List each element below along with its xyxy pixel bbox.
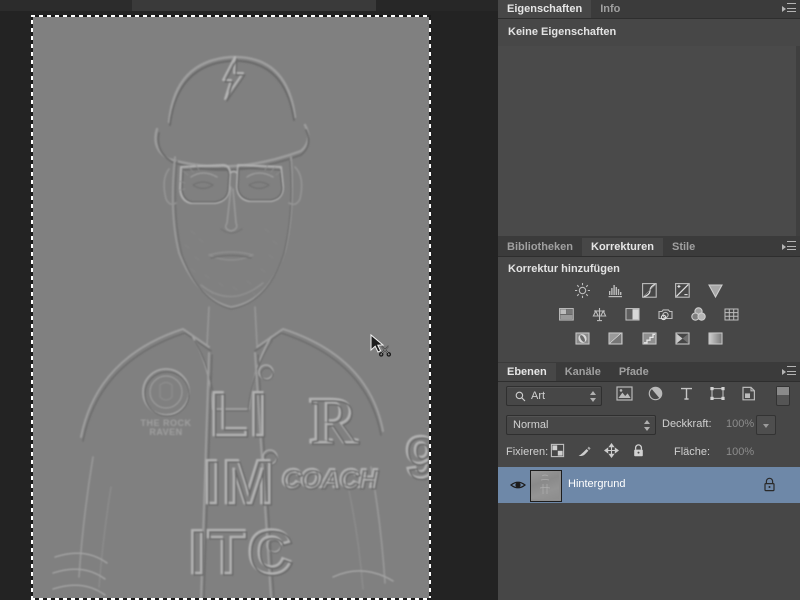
pixel-layer-filter-icon[interactable] — [616, 386, 636, 404]
vibrance-icon[interactable] — [704, 280, 726, 300]
layer-list: Hintergrund — [498, 467, 800, 600]
layer-kind-label: Art — [531, 390, 546, 402]
svg-text:ITC: ITC — [190, 520, 296, 589]
properties-panel-tabs: Eigenschaften Info — [498, 0, 800, 19]
eye-icon[interactable] — [510, 478, 526, 492]
tab-pfade[interactable]: Pfade — [609, 363, 658, 381]
image-canvas[interactable]: THE ROCK RAVEN LI LI IM IM ITC ITC R R C… — [33, 17, 429, 598]
right-dock: Eigenschaften Info Keine Eigenschaften B… — [498, 0, 800, 600]
properties-panel-menu-icon[interactable] — [782, 3, 796, 14]
adjustments-panel: Bibliotheken Korrekturen Stile Korrektur… — [498, 238, 800, 362]
tab-stile[interactable]: Stile — [662, 238, 705, 256]
adjustments-panel-menu-icon[interactable] — [782, 241, 796, 252]
posterize-icon[interactable] — [605, 328, 627, 348]
black-white-icon[interactable] — [621, 304, 643, 324]
adjustment-row-1 — [498, 280, 800, 304]
mouse-cursor-arrow-scissors-icon — [370, 333, 392, 357]
smart-object-filter-icon[interactable] — [740, 386, 760, 404]
opacity-value[interactable]: 100% — [726, 418, 754, 430]
document-tab-1[interactable] — [0, 0, 144, 11]
adjustment-row-2 — [498, 304, 800, 328]
blend-mode-stepper[interactable] — [644, 420, 651, 431]
properties-panel-body — [498, 46, 800, 236]
lock-image-icon[interactable] — [577, 443, 595, 461]
lock-transparency-icon[interactable] — [550, 443, 568, 461]
properties-empty-message: Keine Eigenschaften — [508, 26, 617, 38]
svg-text:COACH: COACH — [283, 465, 380, 495]
color-lookup-icon[interactable] — [721, 304, 743, 324]
svg-text:RAVEN: RAVEN — [149, 427, 182, 437]
embossed-portrait-artwork: THE ROCK RAVEN LI LI IM IM ITC ITC R R C… — [33, 17, 429, 598]
layers-panel-menu-icon[interactable] — [782, 366, 796, 377]
blend-mode-row: Normal Deckkraft: 100% — [498, 411, 800, 437]
adjustments-title: Korrektur hinzufügen — [508, 263, 620, 275]
svg-text:R: R — [311, 386, 360, 459]
fill-value[interactable]: 100% — [726, 446, 754, 458]
filter-toggle-switch[interactable] — [776, 386, 790, 406]
jacket-coach-text: COACH COACH — [280, 462, 380, 496]
jacket-right-chest: R R — [308, 383, 361, 460]
layers-panel-tabs: Ebenen Kanäle Pfade — [498, 363, 800, 382]
layer-kind-stepper[interactable] — [590, 391, 597, 402]
curves-icon[interactable] — [638, 280, 660, 300]
tab-korrekturen[interactable]: Korrekturen — [582, 238, 663, 256]
opacity-dropdown-arrow[interactable] — [756, 415, 776, 435]
brightness-contrast-icon[interactable] — [572, 280, 594, 300]
channel-mixer-icon[interactable] — [688, 304, 710, 324]
adjustment-layer-filter-icon[interactable] — [647, 386, 667, 404]
layer-kind-select[interactable]: Art — [506, 386, 602, 406]
layer-name[interactable]: Hintergrund — [568, 478, 625, 490]
adjustment-buttons-grid — [498, 280, 800, 352]
invert-icon[interactable] — [572, 328, 594, 348]
lock-position-icon[interactable] — [604, 442, 622, 461]
layer-list-empty-area[interactable] — [498, 503, 800, 600]
exposure-icon[interactable] — [671, 280, 693, 300]
document-area[interactable]: THE ROCK RAVEN LI LI IM IM ITC ITC R R C… — [0, 11, 498, 600]
opacity-label: Deckkraft: — [662, 418, 712, 430]
canvas-selection[interactable]: THE ROCK RAVEN LI LI IM IM ITC ITC R R C… — [31, 15, 431, 600]
lock-label: Fixieren: — [506, 446, 549, 458]
document-tab-strip — [0, 0, 498, 11]
layer-type-filter-icons — [616, 386, 768, 404]
tab-eigenschaften[interactable]: Eigenschaften — [498, 0, 592, 18]
svg-text:LI: LI — [211, 382, 270, 451]
fill-label: Fläche: — [674, 446, 711, 458]
adjustment-row-3 — [498, 328, 800, 352]
svg-text:9: 9 — [407, 427, 429, 492]
layer-thumbnail[interactable] — [530, 470, 562, 502]
shape-layer-filter-icon[interactable] — [709, 386, 729, 404]
threshold-icon[interactable] — [638, 328, 660, 348]
blend-mode-value: Normal — [513, 419, 549, 431]
gradient-map-icon[interactable] — [671, 328, 693, 348]
lock-all-icon[interactable] — [631, 443, 649, 461]
properties-panel: Eigenschaften Info Keine Eigenschaften — [498, 0, 800, 236]
lock-row: Fixieren: Fläche: 100% — [498, 439, 800, 539]
tab-info[interactable]: Info — [591, 0, 630, 18]
layers-panel: Ebenen Kanäle Pfade Art Normal Deckkraft… — [498, 363, 800, 600]
jacket-sleeve-number: 9 9 — [404, 424, 429, 493]
photo-filter-icon[interactable] — [655, 304, 677, 324]
document-tab-2[interactable] — [132, 0, 376, 11]
levels-icon[interactable] — [605, 280, 627, 300]
type-layer-filter-icon[interactable] — [678, 386, 698, 404]
color-balance-icon[interactable] — [588, 304, 610, 324]
hue-saturation-icon[interactable] — [555, 304, 577, 324]
lock-icons — [550, 442, 655, 461]
tab-kanaele[interactable]: Kanäle — [555, 363, 610, 381]
photoshop-window: THE ROCK RAVEN LI LI IM IM ITC ITC R R C… — [0, 0, 800, 600]
tab-ebenen[interactable]: Ebenen — [498, 363, 556, 381]
selective-color-icon[interactable] — [704, 328, 726, 348]
tab-bibliotheken[interactable]: Bibliotheken — [498, 238, 583, 256]
layer-filter-row: Art — [498, 382, 800, 408]
lock-icon[interactable] — [763, 477, 776, 492]
adjustments-panel-tabs: Bibliotheken Korrekturen Stile — [498, 238, 800, 257]
table-row[interactable]: Hintergrund — [498, 467, 800, 503]
blend-mode-select[interactable]: Normal — [506, 415, 656, 435]
search-icon — [515, 391, 526, 405]
properties-scrollbar[interactable] — [796, 46, 800, 236]
svg-text:IM: IM — [205, 450, 278, 519]
